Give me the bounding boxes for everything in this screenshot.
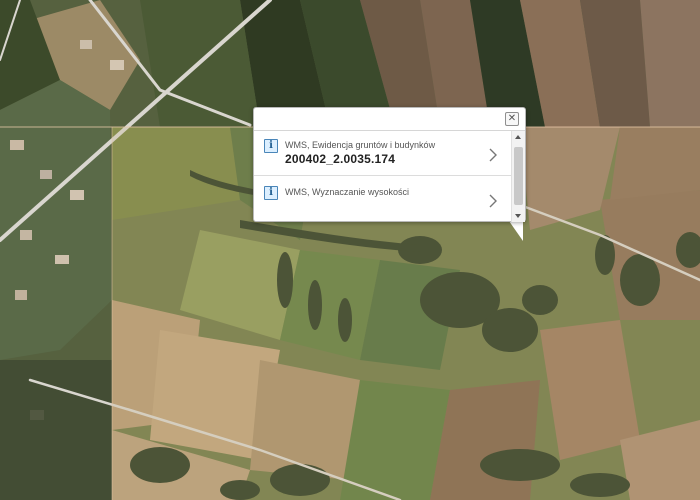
info-icon: i <box>264 186 278 200</box>
results-list: i WMS, Ewidencja gruntów i budynków 2004… <box>254 131 511 222</box>
popup-header: ✕ <box>254 108 525 131</box>
feature-info-popup: ✕ i WMS, Ewidencja gruntów i budynków 20… <box>253 107 526 222</box>
result-value: 200402_2.0035.174 <box>285 152 396 166</box>
popup-scrollbar[interactable] <box>511 131 525 222</box>
orthophoto-map[interactable] <box>0 0 700 500</box>
info-icon: i <box>264 139 278 153</box>
result-item-ewidencja[interactable]: i WMS, Ewidencja gruntów i budynków 2004… <box>254 131 511 176</box>
result-title: WMS, Ewidencja gruntów i budynków <box>285 140 436 150</box>
scroll-thumb[interactable] <box>514 147 523 205</box>
map-view[interactable] <box>0 0 700 500</box>
close-icon[interactable]: ✕ <box>505 112 519 126</box>
scroll-up-arrow-icon[interactable] <box>515 135 521 139</box>
chevron-right-icon[interactable] <box>489 148 497 162</box>
popup-pointer <box>509 221 523 241</box>
chevron-right-icon[interactable] <box>489 194 497 208</box>
village-area <box>0 40 124 500</box>
result-title: WMS, Wyznaczanie wysokości <box>285 187 409 197</box>
scroll-down-arrow-icon[interactable] <box>515 214 521 218</box>
result-item-wysokosci[interactable]: i WMS, Wyznaczanie wysokości <box>254 176 511 221</box>
